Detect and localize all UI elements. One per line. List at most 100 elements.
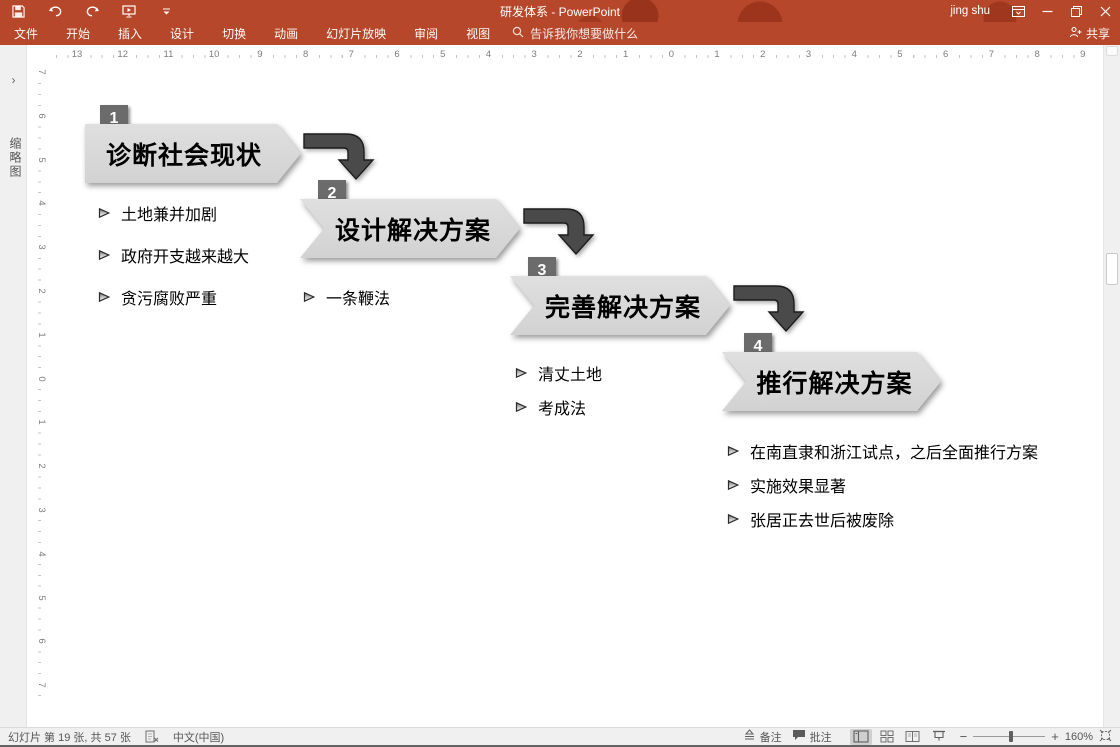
ruler-number: 2 [572, 49, 588, 60]
comments-icon [792, 729, 806, 744]
statusbar-left: 幻灯片 第 19 张, 共 57 张 中文(中国) [0, 729, 224, 745]
bullet-text: 清丈土地 [538, 361, 602, 385]
ruler-number: 5 [31, 152, 47, 168]
step-title: 诊断社会现状 [85, 124, 301, 183]
ruler-number: 0 [31, 371, 47, 387]
zoom-level[interactable]: 160% [1065, 731, 1093, 743]
ruler-number: 4 [846, 49, 862, 60]
fit-slide-to-window-icon[interactable] [1099, 729, 1112, 745]
ruler-number: 2 [31, 458, 47, 474]
zoom-in-button[interactable]: + [1051, 729, 1059, 744]
arrowhead-bullet-icon [515, 367, 527, 379]
redo-icon[interactable] [84, 3, 100, 19]
tell-me-search[interactable]: 告诉我你想要做什么 [512, 25, 638, 42]
step-shape-4[interactable]: 推行解决方案 [722, 352, 941, 411]
ribbon-tab-row: 文件 开始 插入 设计 切换 动画 幻灯片放映 审阅 视图 告诉我你想要做什么 … [0, 22, 1120, 45]
tab-home[interactable]: 开始 [52, 22, 104, 45]
step-shape-3[interactable]: 完善解决方案 [510, 276, 730, 335]
tab-insert[interactable]: 插入 [104, 22, 156, 45]
share-button[interactable]: 共享 [1069, 22, 1110, 45]
view-shortcuts [850, 729, 950, 745]
notes-label: 备注 [760, 729, 782, 745]
list-item: 政府开支越来越大 [98, 234, 249, 276]
reading-view-icon[interactable] [902, 729, 924, 745]
scrollbar-thumb[interactable] [1106, 253, 1118, 285]
spellcheck-icon[interactable] [145, 730, 159, 743]
zoom-slider-thumb[interactable] [1009, 731, 1013, 742]
step-title: 设计解决方案 [300, 199, 520, 258]
save-icon[interactable] [10, 3, 26, 19]
list-item: 土地兼并加剧 [98, 192, 249, 234]
tab-review[interactable]: 审阅 [400, 22, 452, 45]
undo-icon[interactable] [47, 3, 63, 19]
ruler-number: 0 [663, 49, 679, 60]
step-4-bullet-list: 在南直隶和浙江试点，之后全面推行方案 实施效果显著 张居正去世后被废除 [727, 434, 1038, 536]
horizontal-ruler: 131211109876543210123456789 [48, 45, 1103, 67]
status-bar: 幻灯片 第 19 张, 共 57 张 中文(中国) 备注 批注 [0, 727, 1120, 745]
ruler-number: 1 [31, 327, 47, 343]
zoom-control: − + 160% [960, 729, 1112, 745]
list-item: 一条鞭法 [303, 280, 390, 314]
ruler-number: 9 [1075, 49, 1091, 60]
thumbnails-pane-label: 缩略图 [7, 137, 24, 179]
ruler-number: 10 [206, 49, 222, 60]
tab-transitions[interactable]: 切换 [208, 22, 260, 45]
account-name[interactable]: jing shu [950, 5, 990, 17]
start-slideshow-icon[interactable] [121, 3, 137, 19]
expand-pane-chevron-icon[interactable]: › [0, 73, 27, 87]
ruler-number: 1 [31, 414, 47, 430]
slide-sorter-icon[interactable] [876, 729, 898, 745]
zoom-slider[interactable] [973, 736, 1045, 737]
ruler-number: 4 [480, 49, 496, 60]
customize-qat-caret-icon[interactable] [158, 3, 174, 19]
arrowhead-bullet-icon [303, 291, 315, 303]
statusbar-right: 备注 批注 [743, 729, 1120, 745]
zoom-out-button[interactable]: − [960, 729, 968, 744]
notes-toggle[interactable]: 备注 [743, 729, 782, 745]
ribbon-display-options-icon[interactable] [1004, 0, 1033, 22]
vertical-scrollbar[interactable] [1103, 45, 1120, 727]
quick-access-toolbar [10, 0, 174, 22]
tab-view[interactable]: 视图 [452, 22, 504, 45]
ruler-number: 3 [31, 239, 47, 255]
bullet-text: 土地兼并加剧 [121, 201, 217, 225]
tab-file[interactable]: 文件 [0, 22, 52, 45]
list-item: 张居正去世后被废除 [727, 502, 1038, 536]
normal-view-icon[interactable] [850, 729, 872, 745]
elbow-arrow-icon[interactable] [522, 201, 602, 265]
comments-toggle[interactable]: 批注 [792, 729, 832, 745]
step-1-bullet-list: 土地兼并加剧 政府开支越来越大 贪污腐败严重 [98, 192, 249, 318]
close-icon[interactable] [1091, 0, 1120, 22]
minimize-icon[interactable] [1033, 0, 1062, 22]
share-person-icon [1069, 26, 1082, 41]
title-bar: 研发体系 - PowerPoint jing shu [0, 0, 1120, 22]
tab-design[interactable]: 设计 [156, 22, 208, 45]
arrowhead-bullet-icon [98, 249, 110, 261]
step-shape-2[interactable]: 设计解决方案 [300, 199, 520, 258]
ruler-number: 3 [31, 502, 47, 518]
bullet-text: 实施效果显著 [750, 473, 846, 497]
slide-counter[interactable]: 幻灯片 第 19 张, 共 57 张 [8, 729, 131, 745]
arrowhead-bullet-icon [98, 291, 110, 303]
ruler-number: 5 [31, 590, 47, 606]
scrollbar-up-button[interactable] [1106, 46, 1118, 56]
language-status[interactable]: 中文(中国) [173, 729, 224, 745]
slideshow-icon[interactable] [928, 729, 950, 745]
ruler-number: 8 [298, 49, 314, 60]
arrowhead-bullet-icon [515, 401, 527, 413]
thumbnails-pane-collapsed[interactable]: › 缩略图 [0, 45, 27, 727]
list-item: 清丈土地 [515, 356, 602, 390]
ruler-number: 6 [389, 49, 405, 60]
ruler-number: 6 [31, 633, 47, 649]
notes-icon [743, 729, 756, 744]
share-label: 共享 [1086, 25, 1110, 42]
step-shape-1[interactable]: 诊断社会现状 [85, 124, 301, 183]
ruler-number: 6 [938, 49, 954, 60]
tab-animations[interactable]: 动画 [260, 22, 312, 45]
restore-icon[interactable] [1062, 0, 1091, 22]
vertical-ruler: 765432101234567 [30, 68, 48, 718]
ruler-number: 13 [69, 49, 85, 60]
list-item: 考成法 [515, 390, 602, 424]
tab-slideshow[interactable]: 幻灯片放映 [312, 22, 400, 45]
bullet-text: 考成法 [538, 395, 586, 419]
